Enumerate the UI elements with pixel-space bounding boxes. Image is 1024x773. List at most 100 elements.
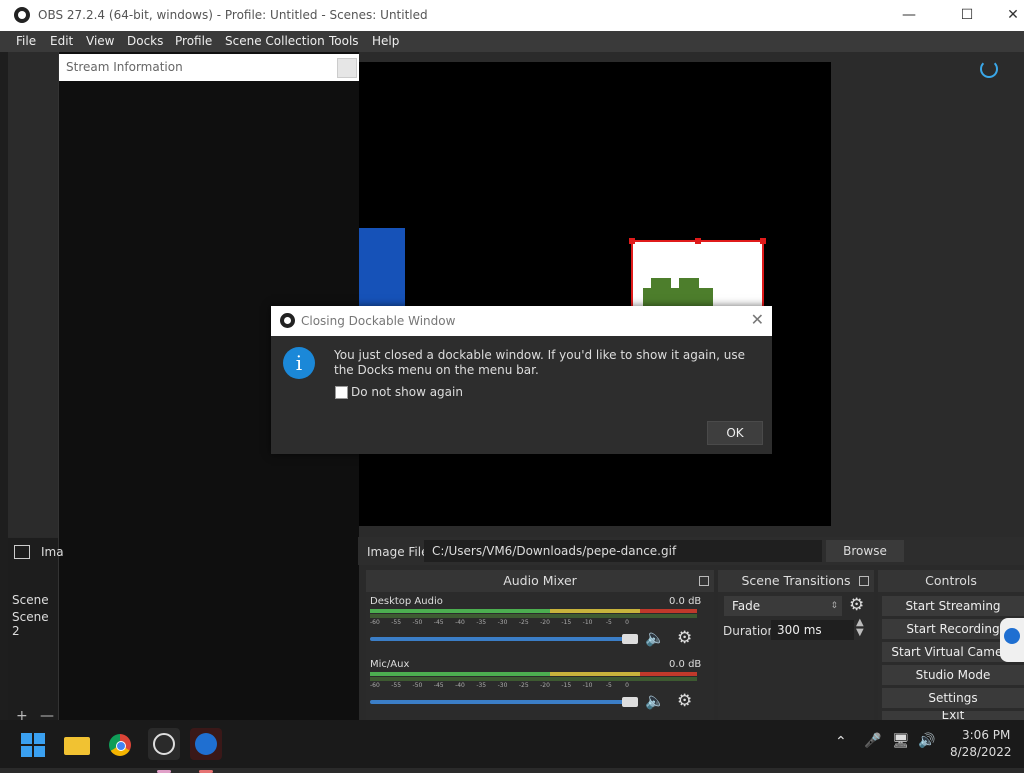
dialog-header: Closing Dockable Window ✕ <box>271 306 772 336</box>
audio-mixer-title: Audio Mixer <box>503 573 577 588</box>
menu-profile[interactable]: Profile <box>175 34 212 48</box>
obs-logo-icon <box>280 313 295 328</box>
scene-transitions-header: Scene Transitions <box>718 570 874 592</box>
taskbar: ⌃ 🎤 🖥 🔊 3:06 PM 8/28/2022 <box>0 720 1024 773</box>
gear-icon[interactable]: ⚙ <box>849 595 864 615</box>
frog-sprite-eye <box>679 278 699 290</box>
updown-icon: ⇕ <box>830 601 838 611</box>
chrome-icon[interactable] <box>105 728 137 760</box>
volume-meter-red <box>640 672 697 676</box>
start-streaming-button[interactable]: Start Streaming <box>882 596 1024 616</box>
file-explorer-icon[interactable] <box>61 728 93 760</box>
windows-start-icon[interactable] <box>17 728 49 760</box>
volume-slider-knob[interactable] <box>622 634 638 644</box>
volume-slider[interactable] <box>370 637 625 641</box>
gear-icon[interactable]: ⚙ <box>677 628 692 648</box>
selected-source-image[interactable] <box>629 238 766 310</box>
left-edge <box>0 52 8 720</box>
menu-help[interactable]: Help <box>372 34 399 48</box>
resize-handle[interactable] <box>695 238 701 244</box>
studio-mode-button[interactable]: Studio Mode <box>882 665 1024 685</box>
resize-handle[interactable] <box>629 238 635 244</box>
volume-meter-red <box>640 609 697 613</box>
channel-db: 0.0 dB <box>669 659 702 670</box>
channel-name: Mic/Aux <box>370 659 410 670</box>
volume-meter-green <box>370 672 550 676</box>
volume-meter-green <box>370 609 550 613</box>
transition-selected: Fade <box>732 599 761 613</box>
scene-item[interactable]: Scene 2 <box>12 610 58 638</box>
menu-tools[interactable]: Tools <box>329 34 359 48</box>
gear-icon[interactable]: ⚙ <box>677 691 692 711</box>
resize-handle[interactable] <box>760 238 766 244</box>
preview-source-blue <box>358 228 405 312</box>
menu-scene-collection[interactable]: Scene Collection <box>225 34 325 48</box>
do-not-show-checkbox[interactable] <box>335 386 348 399</box>
duration-input[interactable]: 300 ms <box>771 620 854 640</box>
do-not-show-label[interactable]: Do not show again <box>351 385 463 399</box>
clock-time[interactable]: 3:06 PM <box>962 728 1010 742</box>
transition-select[interactable]: Fade ⇕ <box>724 596 842 616</box>
microphone-icon[interactable]: 🎤 <box>864 733 881 749</box>
volume-slider[interactable] <box>370 700 625 704</box>
dock-title: Stream Information <box>66 60 183 74</box>
volume-meter-track <box>370 677 697 681</box>
obs-taskbar-icon[interactable] <box>148 728 180 773</box>
busy-cursor-icon <box>980 60 998 78</box>
volume-meter-yellow <box>550 672 640 676</box>
volume-icon[interactable]: 🔊 <box>918 733 935 749</box>
frog-sprite-eye <box>651 278 671 290</box>
dock-close-button[interactable] <box>337 58 357 78</box>
image-source-label[interactable]: Ima <box>41 545 64 559</box>
volume-meter-yellow <box>550 609 640 613</box>
volume-meter-track <box>370 614 697 618</box>
teamviewer-taskbar-icon[interactable] <box>190 728 222 773</box>
ok-button[interactable]: OK <box>707 421 763 445</box>
audio-mixer-header: Audio Mixer <box>366 570 714 592</box>
dialog-close-icon[interactable]: ✕ <box>751 310 764 329</box>
menu-file[interactable]: File <box>16 34 36 48</box>
chevron-up-icon[interactable]: ⌃ <box>835 734 847 750</box>
exit-button[interactable]: Exit <box>882 711 1024 720</box>
image-file-label: Image File <box>367 545 429 559</box>
controls-header: Controls <box>878 570 1024 592</box>
browse-button[interactable]: Browse <box>826 540 904 562</box>
controls-title: Controls <box>925 573 977 588</box>
image-file-field[interactable]: C:/Users/VM6/Downloads/pepe-dance.gif <box>424 540 822 562</box>
title-bar: OBS 27.2.4 (64-bit, windows) - Profile: … <box>0 0 1024 31</box>
volume-slider-knob[interactable] <box>622 697 638 707</box>
duration-label: Duration <box>723 624 776 638</box>
closing-dockable-window-dialog: Closing Dockable Window ✕ i You just clo… <box>271 306 772 454</box>
maximize-button[interactable]: ☐ <box>944 0 990 31</box>
window-title: OBS 27.2.4 (64-bit, windows) - Profile: … <box>38 8 428 22</box>
speaker-icon[interactable]: 🔈 <box>645 628 665 647</box>
menu-bar: File Edit View Docks Profile Scene Colle… <box>0 31 1024 52</box>
obs-logo-icon <box>14 7 30 23</box>
clock-date[interactable]: 8/28/2022 <box>950 745 1012 759</box>
minimize-button[interactable]: — <box>886 0 932 31</box>
meter-ticks: -60 -55 -50 -45 -40 -35 -30 -25 -20 -15 … <box>370 619 629 626</box>
speaker-icon[interactable]: 🔈 <box>645 691 665 710</box>
scene-transitions-title: Scene Transitions <box>741 573 851 588</box>
menu-edit[interactable]: Edit <box>50 34 73 48</box>
dock-header: Stream Information <box>59 54 359 81</box>
channel-db: 0.0 dB <box>669 596 702 607</box>
network-icon[interactable]: 🖥 <box>892 733 910 749</box>
meter-ticks: -60 -55 -50 -45 -40 -35 -30 -25 -20 -15 … <box>370 682 629 689</box>
settings-button[interactable]: Settings <box>882 688 1024 708</box>
close-button[interactable]: ✕ <box>990 0 1024 31</box>
undock-icon[interactable] <box>699 576 709 586</box>
scene-item[interactable]: Scene <box>12 593 49 607</box>
undock-icon[interactable] <box>859 576 869 586</box>
image-source-icon <box>14 545 30 559</box>
teamviewer-side-tab[interactable] <box>1000 618 1024 662</box>
scenes-panel: Ima Scene Scene 2 + — <box>8 538 64 724</box>
menu-docks[interactable]: Docks <box>127 34 163 48</box>
teamviewer-icon <box>1004 628 1020 644</box>
menu-view[interactable]: View <box>86 34 114 48</box>
dialog-message: You just closed a dockable window. If yo… <box>334 348 745 377</box>
channel-name: Desktop Audio <box>370 596 443 607</box>
dialog-title: Closing Dockable Window <box>301 314 456 328</box>
info-icon: i <box>283 347 315 379</box>
spin-icon[interactable]: ▲ ▼ <box>856 618 864 638</box>
